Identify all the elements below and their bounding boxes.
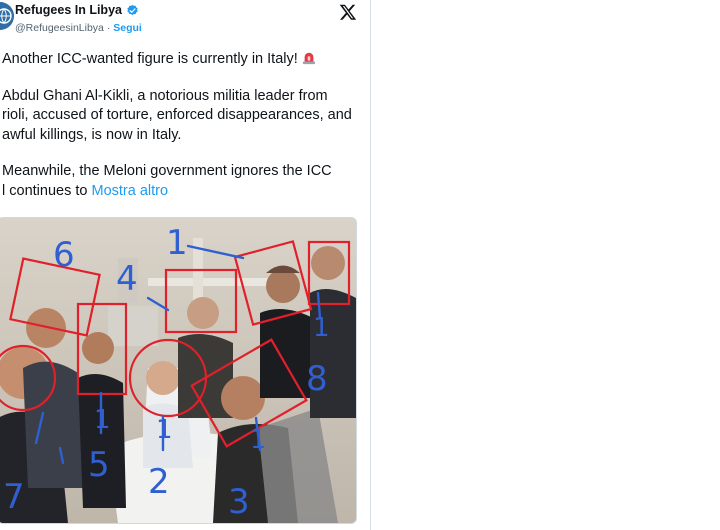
tweet-text: Another ICC-wanted figure is currently i… xyxy=(2,50,357,201)
annotation-number: 1 xyxy=(250,425,267,455)
annotation-number: 1 xyxy=(156,415,173,445)
tweet-paragraph: Abdul Ghani Al-Kikli, a notorious militi… xyxy=(2,87,352,143)
display-name[interactable]: Refugees In Libya xyxy=(15,3,122,17)
annotation-number: 5 xyxy=(88,445,110,485)
show-more-link[interactable]: Mostra altro xyxy=(91,183,168,199)
tweet-card: Refugees In Libya @RefugeesinLibya · Seg… xyxy=(0,0,371,530)
annotation-number: 1 xyxy=(166,223,188,263)
follow-button[interactable]: Segui xyxy=(113,22,142,34)
annotation-number: 2 xyxy=(148,462,170,502)
annotation-number: 3 xyxy=(228,482,250,522)
author-name-row[interactable]: Refugees In Libya xyxy=(15,3,139,17)
annotation-number: 6 xyxy=(53,235,75,275)
annotated-group-photo: 1 2 3 4 5 6 7 8 1 1 1 1 xyxy=(0,218,356,523)
tweet-photo[interactable]: 1 2 3 4 5 6 7 8 1 1 1 1 xyxy=(0,217,357,524)
tweet-paragraph-last: Meanwhile, the Meloni government ignores… xyxy=(2,163,332,199)
annotation-number: 7 xyxy=(3,477,25,517)
annotation-number: 8 xyxy=(306,359,328,399)
siren-emoji-icon xyxy=(302,52,315,65)
annotation-number: 1 xyxy=(313,313,330,343)
annotation-number: 4 xyxy=(116,259,138,299)
handle[interactable]: @RefugeesinLibya xyxy=(15,22,104,34)
handle-row: @RefugeesinLibya · Segui xyxy=(15,22,142,34)
avatar[interactable] xyxy=(0,2,14,30)
verified-badge-icon xyxy=(127,4,138,15)
annotation-number: 1 xyxy=(94,405,111,435)
separator: · xyxy=(106,22,111,34)
avatar-globe-icon xyxy=(0,2,14,30)
tweet-paragraph: Another ICC-wanted figure is currently i… xyxy=(2,50,357,70)
x-logo-icon[interactable] xyxy=(339,3,357,21)
